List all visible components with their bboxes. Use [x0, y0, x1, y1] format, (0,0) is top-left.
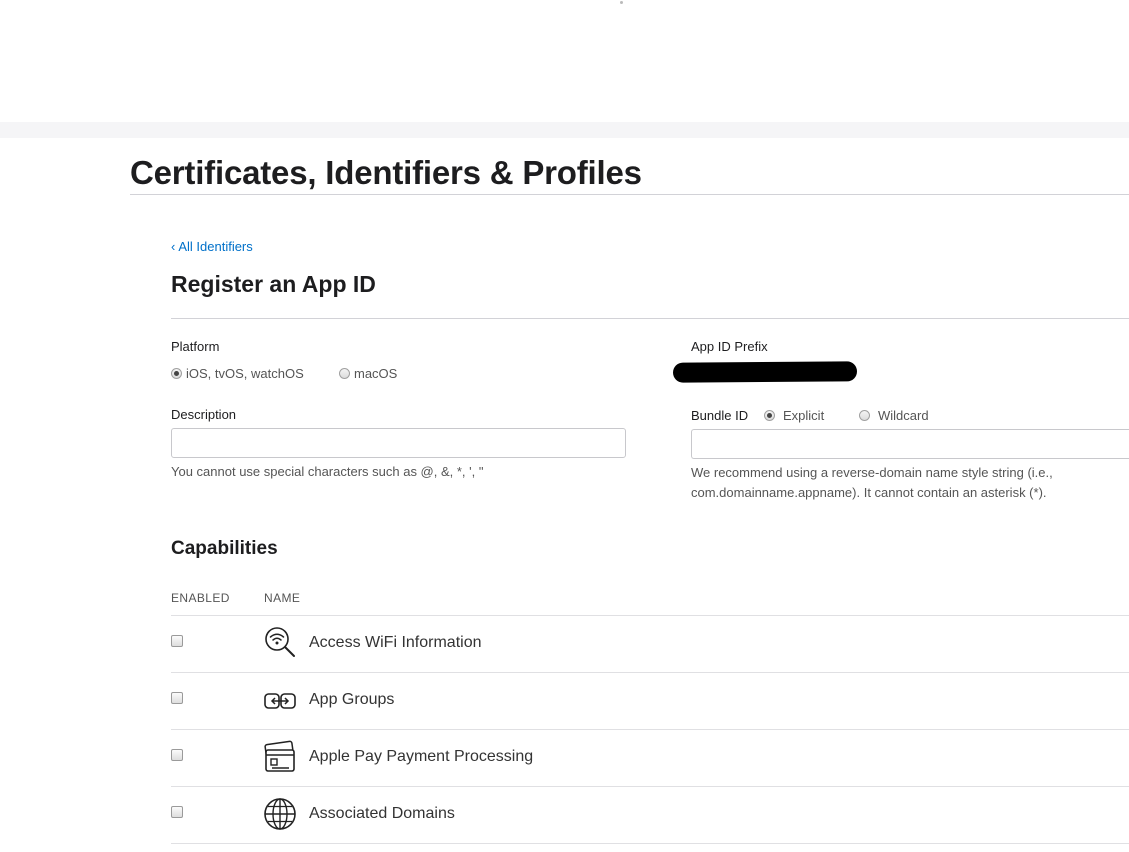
capability-name-associated-domains: Associated Domains — [309, 805, 455, 822]
capability-row-access-wifi: Access WiFi Information — [171, 616, 1129, 673]
capability-row-associated-domains: Associated Domains — [171, 787, 1129, 844]
app-id-prefix-redacted-value — [672, 361, 858, 383]
chevron-left-icon: ‹ — [171, 239, 176, 254]
bundle-id-option-explicit-label: Explicit — [783, 408, 825, 423]
header-strip — [0, 122, 1129, 138]
platform-option-ios[interactable]: iOS, tvOS, watchOS — [171, 366, 304, 381]
capabilities-title: Capabilities — [171, 538, 278, 559]
capability-name-app-groups: App Groups — [309, 691, 395, 708]
capability-name-apple-pay: Apple Pay Payment Processing — [309, 748, 534, 765]
bundle-id-option-wildcard-label: Wildcard — [878, 408, 929, 423]
description-label: Description — [171, 407, 237, 422]
bundle-id-label: Bundle ID — [691, 408, 749, 423]
capability-checkbox-app-groups[interactable] — [171, 692, 183, 704]
capability-row-app-groups: App Groups — [171, 673, 1129, 730]
page-title: Certificates, Identifiers & Profiles — [130, 154, 642, 191]
bundle-id-hint-line2: com.domainname.appname). It cannot conta… — [691, 485, 1047, 500]
platform-option-macos[interactable]: macOS — [339, 366, 397, 381]
platform-label: Platform — [171, 339, 220, 354]
column-header-enabled: ENABLED — [171, 591, 230, 605]
platform-option-macos-label: macOS — [354, 366, 398, 381]
back-to-all-identifiers-link[interactable]: ‹ All Identifiers — [171, 239, 253, 254]
description-hint: You cannot use special characters such a… — [171, 464, 484, 479]
bundle-id-hint: We recommend using a reverse-domain name… — [691, 463, 1053, 503]
capability-row-apple-pay: Apple Pay Payment Processing — [171, 730, 1129, 787]
description-input[interactable] — [171, 428, 626, 458]
capability-checkbox-associated-domains[interactable] — [171, 806, 183, 818]
platform-option-ios-label: iOS, tvOS, watchOS — [186, 366, 304, 381]
form-title: Register an App ID — [171, 271, 376, 297]
title-divider — [130, 194, 1129, 195]
bundle-id-option-explicit[interactable]: Explicit — [764, 408, 824, 423]
app-groups-icon — [264, 693, 296, 709]
radio-macos[interactable] — [339, 368, 350, 379]
top-indicator-dot — [620, 1, 623, 4]
capability-name-access-wifi: Access WiFi Information — [309, 634, 482, 651]
wifi-search-icon — [265, 627, 295, 657]
capability-checkbox-apple-pay[interactable] — [171, 749, 183, 761]
row-divider — [171, 843, 1129, 844]
form-divider — [171, 318, 1129, 319]
bundle-id-hint-line1: We recommend using a reverse-domain name… — [691, 465, 1053, 480]
radio-wildcard[interactable] — [859, 410, 870, 421]
column-header-name: NAME — [264, 591, 301, 605]
bundle-id-input[interactable] — [691, 429, 1129, 459]
globe-icon — [264, 798, 296, 830]
capability-checkbox-access-wifi[interactable] — [171, 635, 183, 647]
back-link-label: All Identifiers — [178, 239, 253, 254]
app-id-prefix-label: App ID Prefix — [691, 339, 768, 354]
radio-ios-selected[interactable] — [171, 368, 182, 379]
radio-explicit-selected[interactable] — [764, 410, 775, 421]
bundle-id-option-wildcard[interactable]: Wildcard — [859, 408, 929, 423]
wallet-card-icon — [264, 740, 295, 772]
